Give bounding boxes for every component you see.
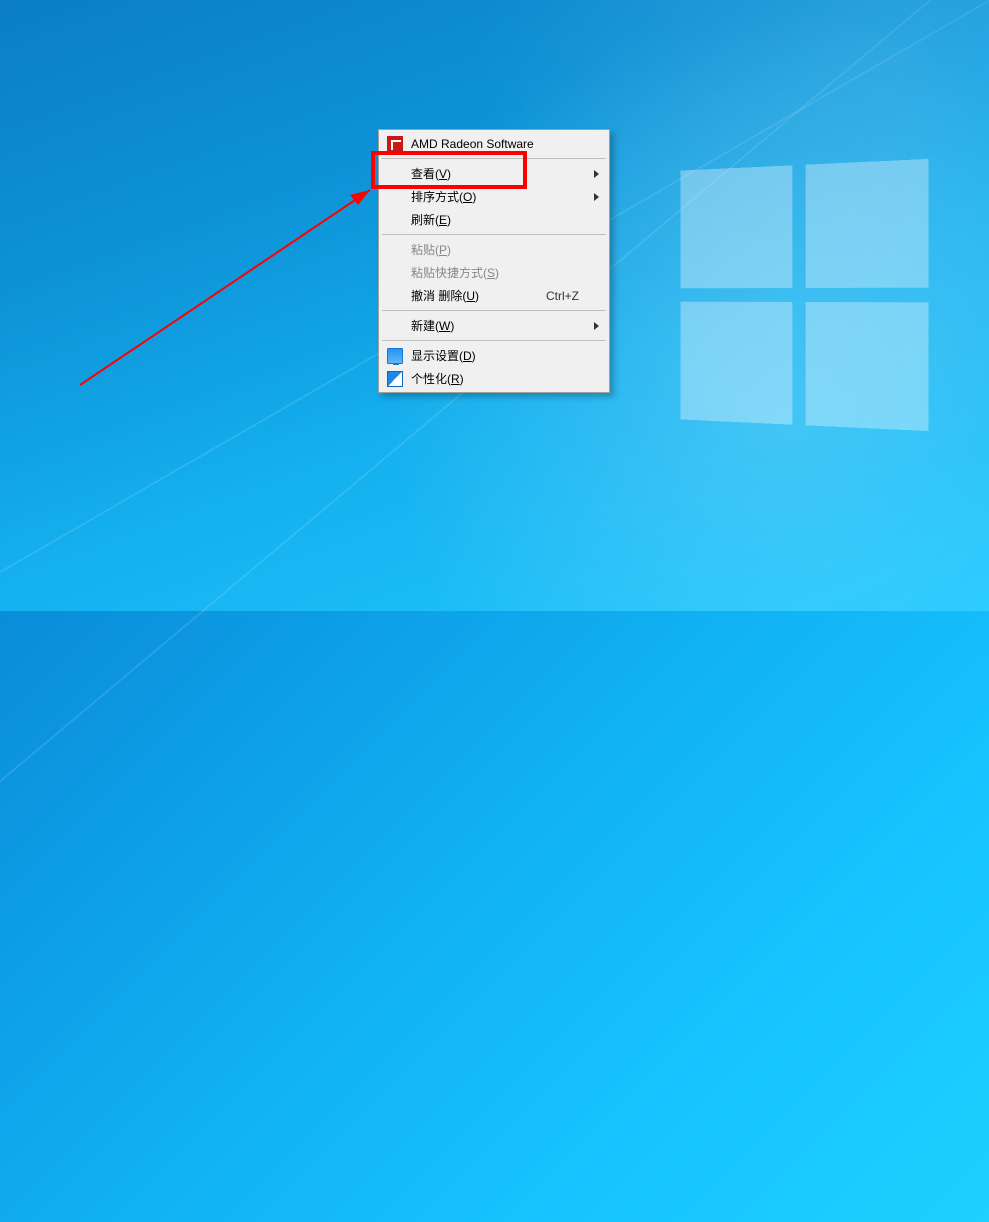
menu-item-display-settings[interactable]: 显示设置(D) [381, 344, 607, 367]
menu-item-undo-delete[interactable]: 撤消 删除(U) Ctrl+Z [381, 284, 607, 307]
menu-item-sort[interactable]: 排序方式(O) [381, 185, 607, 208]
menu-label: 刷新(E) [411, 211, 579, 228]
menu-label: 粘贴快捷方式(S) [411, 264, 579, 281]
menu-item-amd-radeon[interactable]: AMD Radeon Software [381, 132, 607, 155]
menu-label: 查看(V) [411, 165, 579, 182]
windows-logo-icon [681, 159, 929, 431]
menu-label: 排序方式(O) [411, 188, 579, 205]
menu-item-new[interactable]: 新建(W) [381, 314, 607, 337]
menu-separator [382, 340, 606, 341]
menu-separator [382, 158, 606, 159]
menu-item-refresh[interactable]: 刷新(E) [381, 208, 607, 231]
desktop-context-menu: AMD Radeon Software 查看(V) 排序方式(O) 刷新(E) … [378, 129, 610, 393]
menu-item-view[interactable]: 查看(V) [381, 162, 607, 185]
personalize-icon [387, 371, 403, 387]
menu-item-paste: 粘贴(P) [381, 238, 607, 261]
menu-item-paste-shortcut: 粘贴快捷方式(S) [381, 261, 607, 284]
menu-label: 撤消 删除(U) [411, 287, 546, 304]
chevron-right-icon [594, 170, 599, 178]
chevron-right-icon [594, 193, 599, 201]
amd-icon [387, 136, 403, 152]
menu-label: 新建(W) [411, 317, 579, 334]
menu-label: 粘贴(P) [411, 241, 579, 258]
menu-shortcut: Ctrl+Z [546, 289, 579, 303]
menu-separator [382, 310, 606, 311]
menu-separator [382, 234, 606, 235]
menu-label: 个性化(R) [411, 370, 579, 387]
chevron-right-icon [594, 322, 599, 330]
monitor-icon [387, 348, 403, 364]
menu-label: AMD Radeon Software [411, 137, 579, 151]
menu-item-personalize[interactable]: 个性化(R) [381, 367, 607, 390]
menu-label: 显示设置(D) [411, 347, 579, 364]
